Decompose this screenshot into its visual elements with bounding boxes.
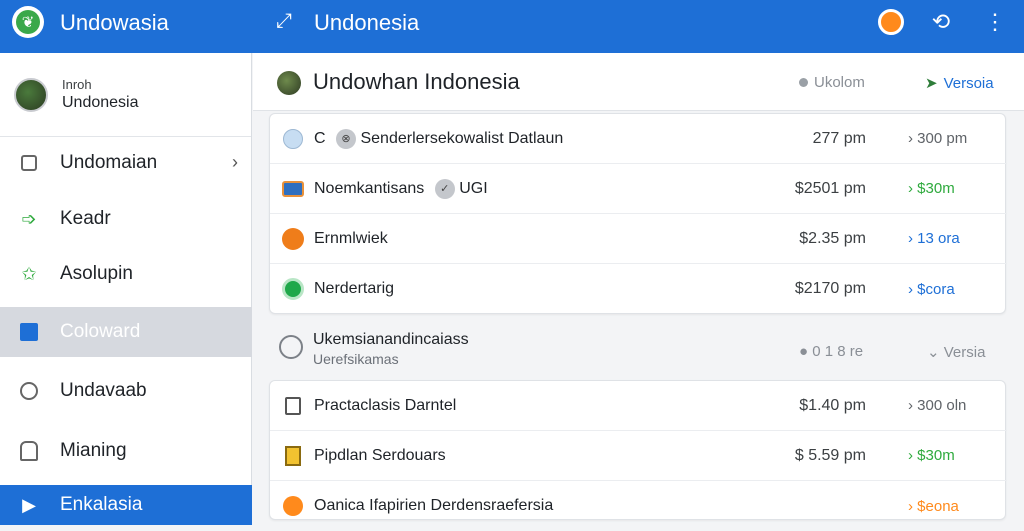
sidebar-item-label: Coloward <box>60 321 141 342</box>
section-version[interactable]: ⌄ Versia <box>927 343 985 361</box>
item-card: Practaclasis Darntel $1.40 pm › 300 oln … <box>269 380 1007 520</box>
list-item[interactable]: Nerdertarig $2170 pm › $cora <box>270 264 1007 314</box>
sidebar-item-label: Keadr <box>60 208 111 229</box>
leaf-icon[interactable]: ❦ <box>12 6 44 38</box>
item-status[interactable]: › $cora <box>908 281 955 298</box>
grid-icon <box>18 152 40 174</box>
item-name: C ⊗ Senderlersekowalist Datlaun <box>314 128 564 149</box>
content-header: Undowhan Indonesia Ukolom ➤ Versoia <box>253 53 1024 111</box>
scale-icon <box>282 128 304 150</box>
list-item[interactable]: C ⊗ Senderlersekowalist Datlaun 277 pm ›… <box>270 114 1007 164</box>
item-name: Practaclasis Darntel <box>314 396 457 414</box>
header-column-status[interactable]: Ukolom <box>799 74 865 91</box>
refresh-icon[interactable]: ⟲ <box>926 7 956 37</box>
item-amount: $2501 pm <box>794 179 866 197</box>
avatar <box>14 77 48 112</box>
bag-icon <box>18 321 40 343</box>
item-amount: $1.40 pm <box>799 396 866 414</box>
play-icon: ▶ <box>22 494 36 515</box>
item-name: Noemkantisans ✓ UGI <box>314 178 488 199</box>
card-icon <box>282 178 304 200</box>
list-item[interactable]: Practaclasis Darntel $1.40 pm › 300 oln <box>270 381 1007 431</box>
header-column-version[interactable]: ➤ Versoia <box>925 74 994 92</box>
sidebar-item-label: Undomaian <box>60 152 158 173</box>
item-name: Nerdertarig <box>314 280 395 297</box>
app-title: Undowasia <box>60 10 169 35</box>
item-card: C ⊗ Senderlersekowalist Datlaun 277 pm ›… <box>269 113 1007 314</box>
orange-circle-icon <box>282 227 304 250</box>
clock-icon <box>279 335 303 359</box>
item-amount: $2.35 pm <box>799 229 866 247</box>
item-amount: 277 pm <box>812 129 866 147</box>
item-status[interactable]: › $30m <box>908 180 955 197</box>
item-status[interactable]: › $30m <box>908 447 955 464</box>
item-amount: $2170 pm <box>794 280 866 297</box>
arrow-icon: ➤ <box>925 75 938 92</box>
profile-subtitle: Inroh <box>62 77 92 92</box>
sidebar-item-enkalasia[interactable]: ▶ Enkalasia <box>0 485 252 525</box>
sidebar: Inroh Undonesia Undomaian › ➩ Keadr ✩ As… <box>0 53 252 525</box>
item-status[interactable]: › 13 ora <box>908 230 960 247</box>
avatar <box>277 71 301 95</box>
orange-shield-icon <box>282 495 304 517</box>
document-icon <box>18 440 40 462</box>
section-amount: ● 0 1 8 re <box>799 343 864 360</box>
yellow-doc-icon <box>282 445 304 467</box>
item-amount: $ 5.59 pm <box>794 446 866 464</box>
content-title: Undowhan Indonesia <box>313 69 520 94</box>
chevron-right-icon: › <box>232 152 238 172</box>
sidebar-item-undavaab[interactable]: Undavaab <box>0 366 252 416</box>
item-name: Pipdlan Serdouars <box>314 446 446 464</box>
sidebar-item-asolupin[interactable]: ✩ Asolupin <box>0 249 252 299</box>
item-status[interactable]: › 300 pm <box>908 130 967 147</box>
arrow-icon: ➩ <box>21 208 37 229</box>
profile-name: Undonesia <box>62 94 139 111</box>
list-item[interactable]: Noemkantisans ✓ UGI $2501 pm › $30m <box>270 164 1007 214</box>
page-title: Undonesia <box>314 10 420 35</box>
sidebar-item-mianing[interactable]: Mianing <box>0 426 252 476</box>
item-name: Ernmlwiek <box>314 229 388 247</box>
section-title: Ukemsianandincaiass <box>313 331 469 348</box>
list-item[interactable]: Oanica Ifapirien Derdensraefersia › $eon… <box>270 481 1007 531</box>
check-icon: ✓ <box>434 178 455 199</box>
list-item[interactable]: Pipdlan Serdouars $ 5.59 pm › $30m <box>270 431 1007 481</box>
shield-icon <box>18 380 40 402</box>
tag-icon: ⊗ <box>336 128 357 149</box>
sidebar-item-label: Asolupin <box>60 263 133 284</box>
item-name: Oanica Ifapirien Derdensraefersia <box>314 497 554 514</box>
sidebar-item-keadr[interactable]: ➩ Keadr <box>0 194 252 244</box>
more-vertical-icon[interactable]: ⋮ <box>980 7 1010 37</box>
profile-block[interactable]: Inroh Undonesia <box>0 53 251 137</box>
gear-icon[interactable] <box>876 7 906 37</box>
section-header[interactable]: Ukemsianandincaiass Uerefsikamas ● 0 1 8… <box>269 321 1006 379</box>
sidebar-item-undomaian[interactable]: Undomaian › <box>0 138 252 188</box>
sidebar-item-label: Undavaab <box>60 380 147 401</box>
green-circle-icon <box>282 278 304 300</box>
sidebar-item-label: Mianing <box>60 440 127 461</box>
list-item[interactable]: Ernmlwiek $2.35 pm › 13 ora <box>270 214 1007 264</box>
back-arrow-icon[interactable]: ⤢ <box>276 10 298 32</box>
sidebar-item-coloward[interactable]: Coloward <box>0 307 252 357</box>
main-content: Undowhan Indonesia Ukolom ➤ Versoia C ⊗ S… <box>253 53 1024 520</box>
page-icon <box>282 395 304 417</box>
star-icon: ✩ <box>21 263 37 284</box>
sidebar-item-label: Enkalasia <box>60 494 143 515</box>
item-status[interactable]: › 300 oln <box>908 397 966 414</box>
top-app-bar: ❦ Undowasia ⤢ Undonesia ⟲ ⋮ <box>0 0 1024 53</box>
section-subtitle: Uerefsikamas <box>313 351 399 367</box>
